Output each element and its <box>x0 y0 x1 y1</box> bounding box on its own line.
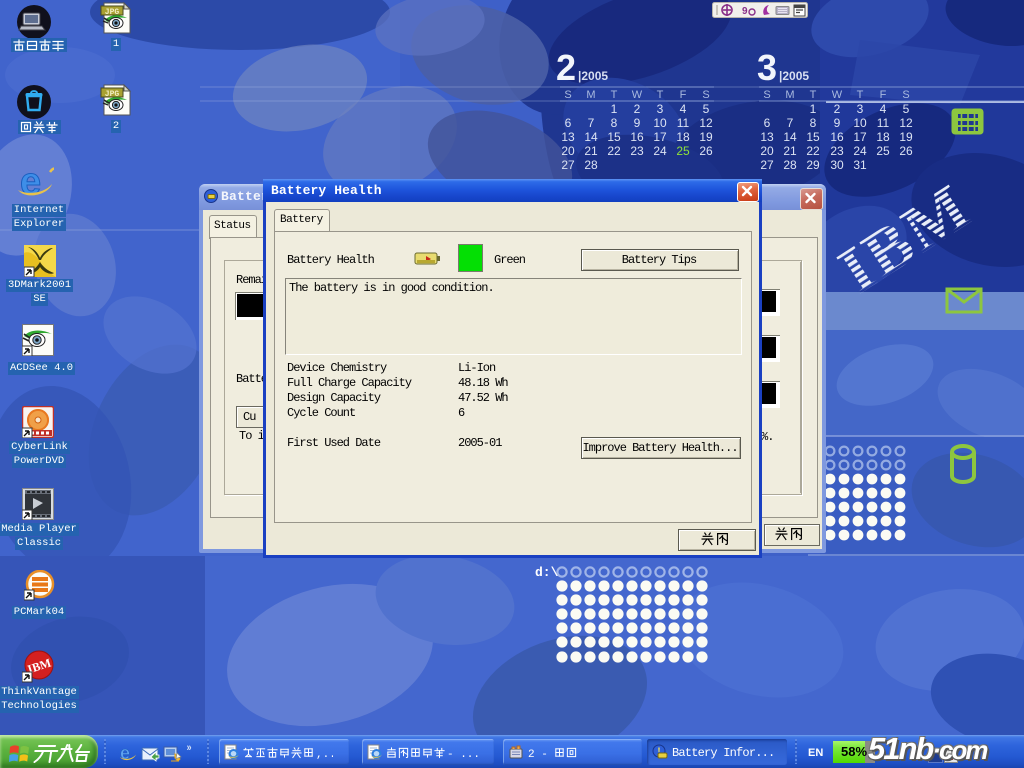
svg-text:2: 2 <box>634 102 641 116</box>
svg-text:F: F <box>880 89 887 101</box>
svg-text:29: 29 <box>806 158 820 172</box>
svg-text:9: 9 <box>634 116 641 130</box>
svg-text:T: T <box>810 89 817 101</box>
svg-text:17: 17 <box>653 130 667 144</box>
svg-text:24: 24 <box>653 144 667 158</box>
svg-text:31: 31 <box>853 158 867 172</box>
svg-text:18: 18 <box>676 130 690 144</box>
svg-text:T: T <box>657 89 664 101</box>
svg-text:2 -: 2 - <box>528 749 548 760</box>
svg-text:17: 17 <box>853 130 867 144</box>
svg-text:21: 21 <box>584 144 598 158</box>
svg-text:e: e <box>20 164 41 202</box>
svg-text:19: 19 <box>899 130 913 144</box>
svg-text:7: 7 <box>787 116 794 130</box>
svg-text:T: T <box>857 89 864 101</box>
svg-text:9: 9 <box>834 116 841 130</box>
svg-text:3: 3 <box>757 47 777 88</box>
svg-text:M: M <box>785 89 794 101</box>
svg-text:11: 11 <box>677 116 690 130</box>
svg-text:30: 30 <box>830 158 844 172</box>
svg-text:S: S <box>564 89 571 101</box>
svg-text:20: 20 <box>760 144 774 158</box>
svg-text:18: 18 <box>876 130 890 144</box>
svg-text:2: 2 <box>834 102 841 116</box>
svg-text:S: S <box>763 89 770 101</box>
svg-text:d:\: d:\ <box>535 565 559 580</box>
svg-text:S: S <box>702 89 709 101</box>
svg-text:M: M <box>586 89 595 101</box>
svg-text:24: 24 <box>853 144 867 158</box>
svg-text:20: 20 <box>561 144 575 158</box>
svg-text:23: 23 <box>830 144 844 158</box>
svg-text:12: 12 <box>899 116 913 130</box>
svg-text:25: 25 <box>676 144 690 158</box>
svg-text:8: 8 <box>611 116 618 130</box>
svg-text:6: 6 <box>565 116 572 130</box>
svg-text:12: 12 <box>699 116 713 130</box>
svg-text:T: T <box>611 89 618 101</box>
svg-text:1: 1 <box>611 102 618 116</box>
svg-text:13: 13 <box>760 130 774 144</box>
svg-text:19: 19 <box>699 130 713 144</box>
svg-text:26: 26 <box>699 144 713 158</box>
svg-text:16: 16 <box>830 130 844 144</box>
svg-text:14: 14 <box>783 130 797 144</box>
svg-text:4: 4 <box>880 102 887 116</box>
svg-text:22: 22 <box>806 144 820 158</box>
svg-text:7: 7 <box>588 116 595 130</box>
svg-text:16: 16 <box>630 130 644 144</box>
svg-text:15: 15 <box>607 130 621 144</box>
svg-text:e: e <box>120 745 130 763</box>
svg-text:- ...: - ... <box>447 749 478 760</box>
svg-text:3: 3 <box>657 102 664 116</box>
svg-text:15: 15 <box>806 130 820 144</box>
svg-text:,...: ,... <box>316 749 333 760</box>
svg-text:2: 2 <box>556 47 576 88</box>
svg-text:|2005: |2005 <box>578 69 608 83</box>
svg-text:5: 5 <box>903 102 910 116</box>
svg-text:W: W <box>832 89 843 101</box>
svg-text:28: 28 <box>783 158 797 172</box>
svg-text:11: 11 <box>877 116 890 130</box>
svg-text:4: 4 <box>680 102 687 116</box>
svg-text:10: 10 <box>653 116 667 130</box>
svg-text:8: 8 <box>810 116 817 130</box>
svg-text:27: 27 <box>561 158 575 172</box>
svg-text:10: 10 <box>853 116 867 130</box>
svg-text:26: 26 <box>899 144 913 158</box>
svg-text:25: 25 <box>876 144 890 158</box>
svg-text:F: F <box>680 89 687 101</box>
svg-text:23: 23 <box>630 144 644 158</box>
svg-text:3: 3 <box>857 102 864 116</box>
svg-text:13: 13 <box>561 130 575 144</box>
svg-text:W: W <box>632 89 643 101</box>
svg-text:9: 9 <box>742 6 748 17</box>
svg-text:|2005: |2005 <box>779 69 809 83</box>
svg-text:6: 6 <box>764 116 771 130</box>
svg-text:S: S <box>902 89 909 101</box>
svg-text:21: 21 <box>783 144 797 158</box>
svg-text:1: 1 <box>810 102 817 116</box>
svg-text:28: 28 <box>584 158 598 172</box>
svg-text:22: 22 <box>607 144 621 158</box>
svg-text:27: 27 <box>760 158 774 172</box>
svg-text:14: 14 <box>584 130 598 144</box>
svg-text:5: 5 <box>703 102 710 116</box>
